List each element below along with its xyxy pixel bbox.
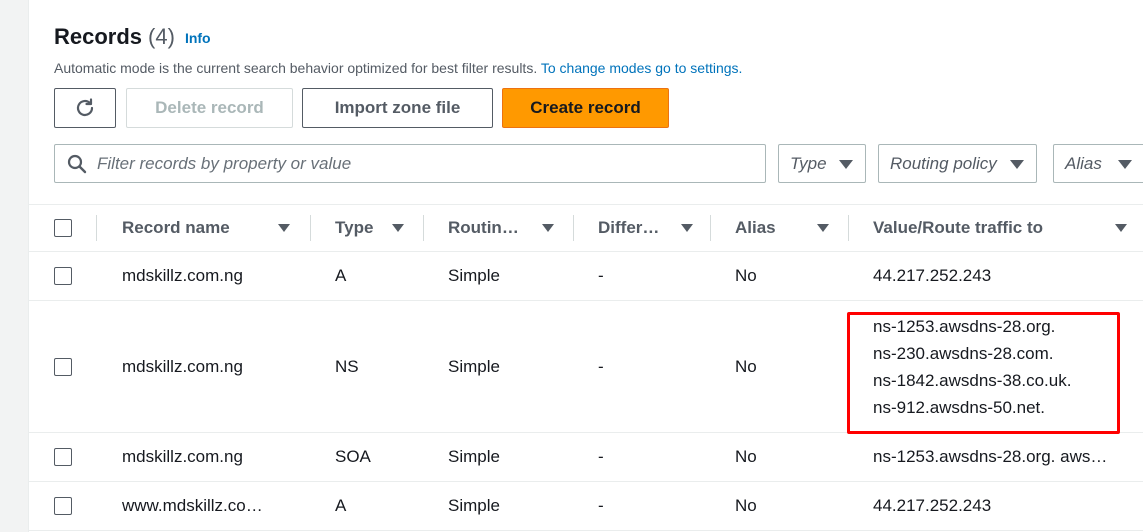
caret-down-icon (1118, 160, 1132, 169)
column-header-record-name[interactable]: Record name (99, 205, 311, 252)
column-header-value[interactable]: Value/Route traffic to (849, 205, 1143, 252)
description-text: Automatic mode is the current search beh… (54, 60, 538, 76)
import-zone-file-button[interactable]: Import zone file (302, 88, 493, 128)
routing-cell: Simple (448, 496, 500, 515)
column-header-differentiator[interactable]: Differ… (574, 205, 711, 252)
record-name-cell: www.mdskillz.co… (122, 496, 263, 515)
search-input[interactable] (97, 153, 737, 174)
table-header-row: Record name Type Routin… Differ… Alias V… (29, 204, 1143, 252)
filter-search-box[interactable] (54, 144, 766, 183)
delete-record-button[interactable]: Delete record (126, 88, 293, 128)
differentiator-cell: - (598, 356, 604, 376)
search-icon (67, 154, 87, 173)
sort-icon[interactable] (392, 224, 404, 232)
refresh-button[interactable] (54, 88, 116, 128)
type-filter-select[interactable]: Type (778, 144, 866, 183)
refresh-icon (76, 98, 94, 117)
sort-icon[interactable] (817, 224, 829, 232)
caret-down-icon (839, 160, 853, 169)
routing-cell: Simple (448, 266, 500, 285)
records-header: Records (4) Info (54, 24, 211, 50)
records-count: (4) (148, 24, 175, 49)
routing-policy-filter-label: Routing policy (890, 153, 997, 173)
select-all-checkbox[interactable] (54, 219, 72, 237)
column-header-routing-policy[interactable]: Routin… (424, 205, 574, 252)
routing-cell: Simple (448, 356, 500, 376)
record-name-cell: mdskillz.com.ng (122, 356, 243, 376)
differentiator-cell: - (598, 496, 604, 515)
sort-icon[interactable] (1115, 224, 1127, 232)
alias-filter-select[interactable]: Alias (1053, 144, 1143, 183)
value-cell: ns-1253.awsdns-28.org. aws… (873, 447, 1108, 466)
alias-filter-label: Alias (1065, 153, 1102, 173)
settings-link[interactable]: To change modes go to settings. (541, 60, 743, 76)
row-checkbox[interactable] (54, 358, 72, 376)
search-mode-description: Automatic mode is the current search beh… (54, 60, 742, 76)
table-row[interactable]: mdskillz.com.ng SOA Simple - No ns-1253.… (29, 433, 1143, 482)
type-cell: NS (335, 356, 359, 376)
value-cell: 44.217.252.243 (873, 266, 992, 285)
differentiator-cell: - (598, 266, 604, 285)
alias-cell: No (735, 356, 757, 376)
type-cell: A (335, 496, 347, 515)
column-header-type[interactable]: Type (311, 205, 424, 252)
routing-cell: Simple (448, 447, 500, 466)
type-cell: A (335, 266, 347, 285)
sort-icon[interactable] (542, 224, 554, 232)
select-all-header (29, 205, 99, 252)
record-name-cell: mdskillz.com.ng (122, 447, 243, 466)
value-cell: 44.217.252.243 (873, 496, 992, 515)
annotation-highlight-box (847, 312, 1120, 434)
alias-cell: No (735, 447, 757, 466)
differentiator-cell: - (598, 447, 604, 466)
type-cell: SOA (335, 447, 371, 466)
row-checkbox[interactable] (54, 267, 72, 285)
row-checkbox[interactable] (54, 448, 72, 466)
routing-policy-filter-select[interactable]: Routing policy (878, 144, 1037, 183)
sort-icon[interactable] (278, 224, 290, 232)
sort-icon[interactable] (681, 224, 693, 232)
info-link[interactable]: Info (185, 30, 211, 46)
record-name-cell: mdskillz.com.ng (122, 266, 243, 285)
column-divider (96, 215, 97, 241)
page-title: Records (54, 24, 143, 49)
create-record-button[interactable]: Create record (502, 88, 669, 128)
alias-cell: No (735, 266, 757, 285)
table-row[interactable]: www.mdskillz.co… A Simple - No 44.217.25… (29, 482, 1143, 531)
alias-cell: No (735, 496, 757, 515)
caret-down-icon (1010, 160, 1024, 169)
table-row[interactable]: mdskillz.com.ng A Simple - No 44.217.252… (29, 252, 1143, 301)
type-filter-label: Type (790, 153, 827, 173)
records-panel: Records (4) Info Automatic mode is the c… (28, 0, 1143, 532)
row-checkbox[interactable] (54, 497, 72, 515)
column-header-alias[interactable]: Alias (711, 205, 849, 252)
